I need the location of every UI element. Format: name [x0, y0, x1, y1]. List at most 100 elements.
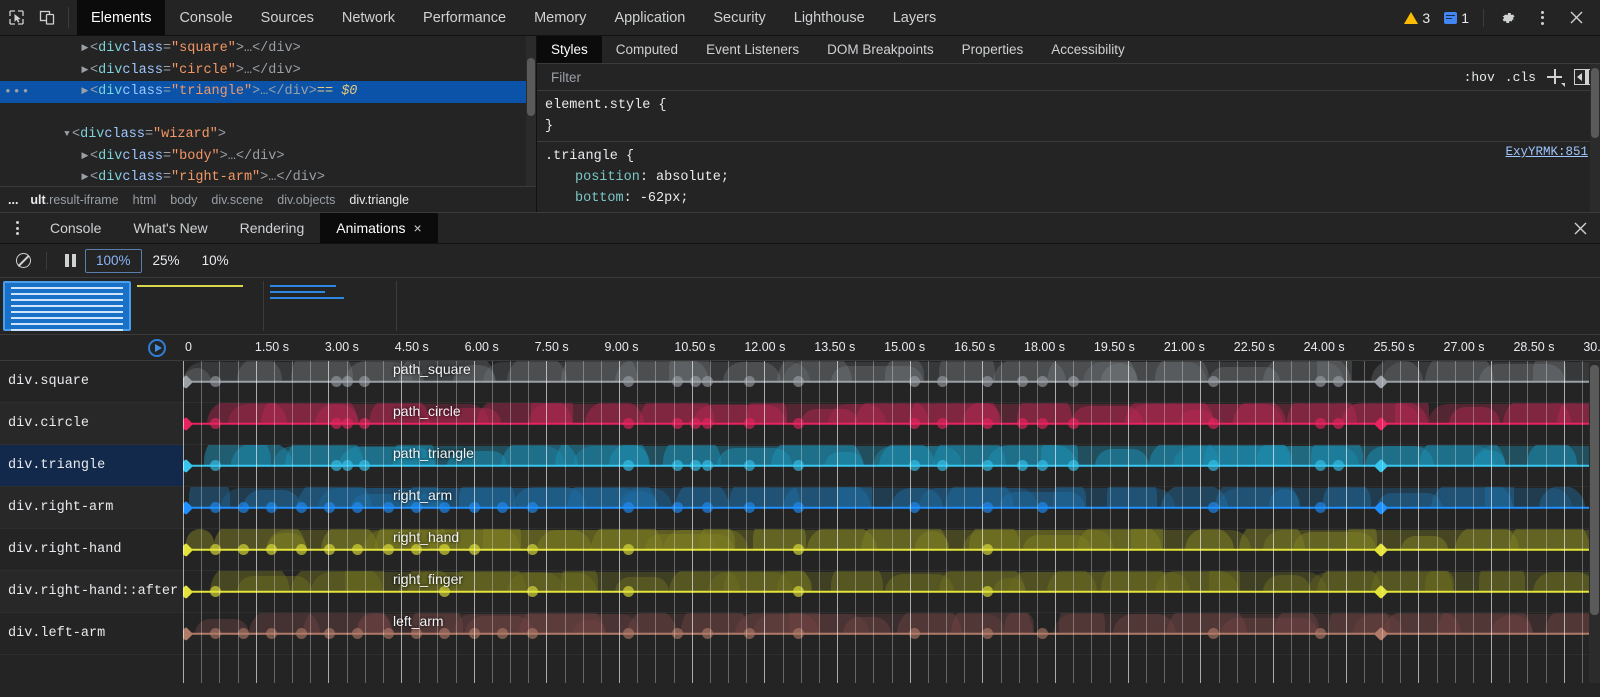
keyframe-marker[interactable]: [623, 586, 634, 597]
keyframe-marker[interactable]: [982, 376, 993, 387]
breadcrumb-item[interactable]: div.scene: [205, 193, 269, 207]
keyframe-marker[interactable]: [982, 502, 993, 513]
panel-tab-application[interactable]: Application: [600, 0, 699, 35]
keyframe-marker[interactable]: [1315, 502, 1326, 513]
keyframe-marker[interactable]: [793, 460, 804, 471]
keyframe-marker[interactable]: [497, 502, 508, 513]
kebab-menu-icon[interactable]: [1526, 11, 1558, 25]
keyframe-marker[interactable]: [527, 628, 538, 639]
keyframe-marker[interactable]: [266, 628, 277, 639]
drawer-kebab-menu-icon[interactable]: [0, 213, 34, 243]
keyframe-marker[interactable]: [793, 544, 804, 555]
keyframe-marker[interactable]: [793, 628, 804, 639]
styles-tab-event-listeners[interactable]: Event Listeners: [692, 36, 813, 63]
keyframe-marker[interactable]: [793, 586, 804, 597]
keyframe-marker[interactable]: [623, 376, 634, 387]
scrollbar-thumb[interactable]: [1590, 365, 1599, 615]
keyframe-marker[interactable]: [342, 418, 353, 429]
animation-row[interactable]: div.trianglepath_triangle: [0, 445, 1600, 487]
keyframe-marker[interactable]: [469, 544, 480, 555]
dom-node-row[interactable]: [0, 103, 536, 125]
styles-scrollbar[interactable]: [1590, 64, 1600, 212]
keyframe-marker[interactable]: [982, 544, 993, 555]
dom-node-row[interactable]: •••▶<div class="triangle">…</div> == $0: [0, 81, 536, 103]
plus-icon[interactable]: [1546, 68, 1564, 86]
breadcrumb-item[interactable]: div.objects: [271, 193, 341, 207]
keyframe-marker[interactable]: [672, 460, 683, 471]
keyframe-marker[interactable]: [744, 460, 755, 471]
animation-track[interactable]: right_arm: [183, 487, 1600, 528]
keyframe-marker[interactable]: [623, 628, 634, 639]
keyframe-marker[interactable]: [744, 376, 755, 387]
keyframe-marker[interactable]: [527, 544, 538, 555]
panel-tab-security[interactable]: Security: [699, 0, 779, 35]
keyframe-marker[interactable]: [1017, 460, 1028, 471]
styles-tab-dom-breakpoints[interactable]: DOM Breakpoints: [813, 36, 948, 63]
keyframe-marker[interactable]: [982, 628, 993, 639]
expand-arrow-icon[interactable]: ▶: [80, 81, 90, 103]
keyframe-marker[interactable]: [469, 628, 480, 639]
playback-speed-25[interactable]: 25%: [142, 249, 191, 273]
panel-tab-elements[interactable]: Elements: [77, 0, 165, 35]
keyframe-marker[interactable]: [1068, 376, 1079, 387]
animation-track[interactable]: path_circle: [183, 403, 1600, 444]
dom-node-row[interactable]: ▶<div class="square">…</div>: [0, 38, 536, 60]
playback-speed-10[interactable]: 10%: [191, 249, 240, 273]
keyframe-marker[interactable]: [982, 460, 993, 471]
keyframe-marker[interactable]: [383, 544, 394, 555]
css-rule[interactable]: .triangle {position: absolute;bottom: -6…: [537, 141, 1600, 209]
keyframe-marker[interactable]: [342, 460, 353, 471]
drawer-close-icon[interactable]: [1560, 213, 1600, 243]
keyframe-marker[interactable]: [1315, 418, 1326, 429]
styles-tab-computed[interactable]: Computed: [602, 36, 692, 63]
keyframe-marker[interactable]: [623, 544, 634, 555]
keyframe-marker[interactable]: [527, 502, 538, 513]
scrollbar-thumb[interactable]: [527, 58, 535, 116]
keyframe-marker[interactable]: [439, 628, 450, 639]
keyframe-marker[interactable]: [1017, 418, 1028, 429]
keyframe-marker[interactable]: [411, 502, 422, 513]
keyframe-marker[interactable]: [1208, 418, 1219, 429]
warnings-indicator[interactable]: 3: [1398, 10, 1436, 26]
drawer-tab-animations[interactable]: Animations×: [320, 213, 437, 243]
keyframe-marker[interactable]: [439, 502, 450, 513]
keyframe-marker[interactable]: [793, 418, 804, 429]
keyframe-marker[interactable]: [672, 376, 683, 387]
keyframe-marker[interactable]: [744, 628, 755, 639]
dom-node-row[interactable]: ▶<div class="circle">…</div>: [0, 60, 536, 82]
keyframe-marker[interactable]: [702, 460, 713, 471]
keyframe-marker[interactable]: [439, 586, 450, 597]
animation-row[interactable]: div.right-armright_arm: [0, 487, 1600, 529]
keyframe-marker[interactable]: [793, 376, 804, 387]
keyframe-marker[interactable]: [497, 628, 508, 639]
animation-row[interactable]: div.circlepath_circle: [0, 403, 1600, 445]
keyframe-marker[interactable]: [672, 418, 683, 429]
panel-tab-lighthouse[interactable]: Lighthouse: [780, 0, 879, 35]
keyframe-marker[interactable]: [342, 376, 353, 387]
keyframe-marker[interactable]: [623, 460, 634, 471]
dom-tree[interactable]: ▶<div class="square">…</div>▶<div class=…: [0, 36, 536, 189]
drawer-tab-what-s-new[interactable]: What's New: [117, 213, 223, 243]
keyframe-marker[interactable]: [469, 502, 480, 513]
scrollbar-thumb[interactable]: [1591, 68, 1599, 138]
keyframe-marker[interactable]: [1315, 460, 1326, 471]
breadcrumb-item[interactable]: ult.result-iframe: [24, 193, 124, 207]
messages-indicator[interactable]: 1: [1438, 10, 1475, 26]
expand-arrow-icon[interactable]: ▶: [80, 60, 90, 82]
panel-tab-performance[interactable]: Performance: [409, 0, 520, 35]
expand-arrow-icon[interactable]: ▶: [80, 38, 90, 60]
keyframe-marker[interactable]: [672, 628, 683, 639]
css-declaration[interactable]: bottom: -62px;: [545, 188, 1600, 209]
keyframe-marker[interactable]: [411, 628, 422, 639]
gear-icon[interactable]: [1492, 9, 1524, 27]
animation-row[interactable]: div.squarepath_square: [0, 361, 1600, 403]
keyframe-marker[interactable]: [1208, 628, 1219, 639]
keyframe-marker[interactable]: [1068, 460, 1079, 471]
keyframe-marker[interactable]: [672, 502, 683, 513]
css-selector[interactable]: element.style {: [545, 95, 1600, 116]
keyframe-marker[interactable]: [1315, 376, 1326, 387]
keyframe-marker[interactable]: [623, 502, 634, 513]
keyframe-marker[interactable]: [982, 418, 993, 429]
drawer-tab-close-icon[interactable]: ×: [414, 221, 422, 235]
replay-play-icon[interactable]: [148, 339, 166, 357]
